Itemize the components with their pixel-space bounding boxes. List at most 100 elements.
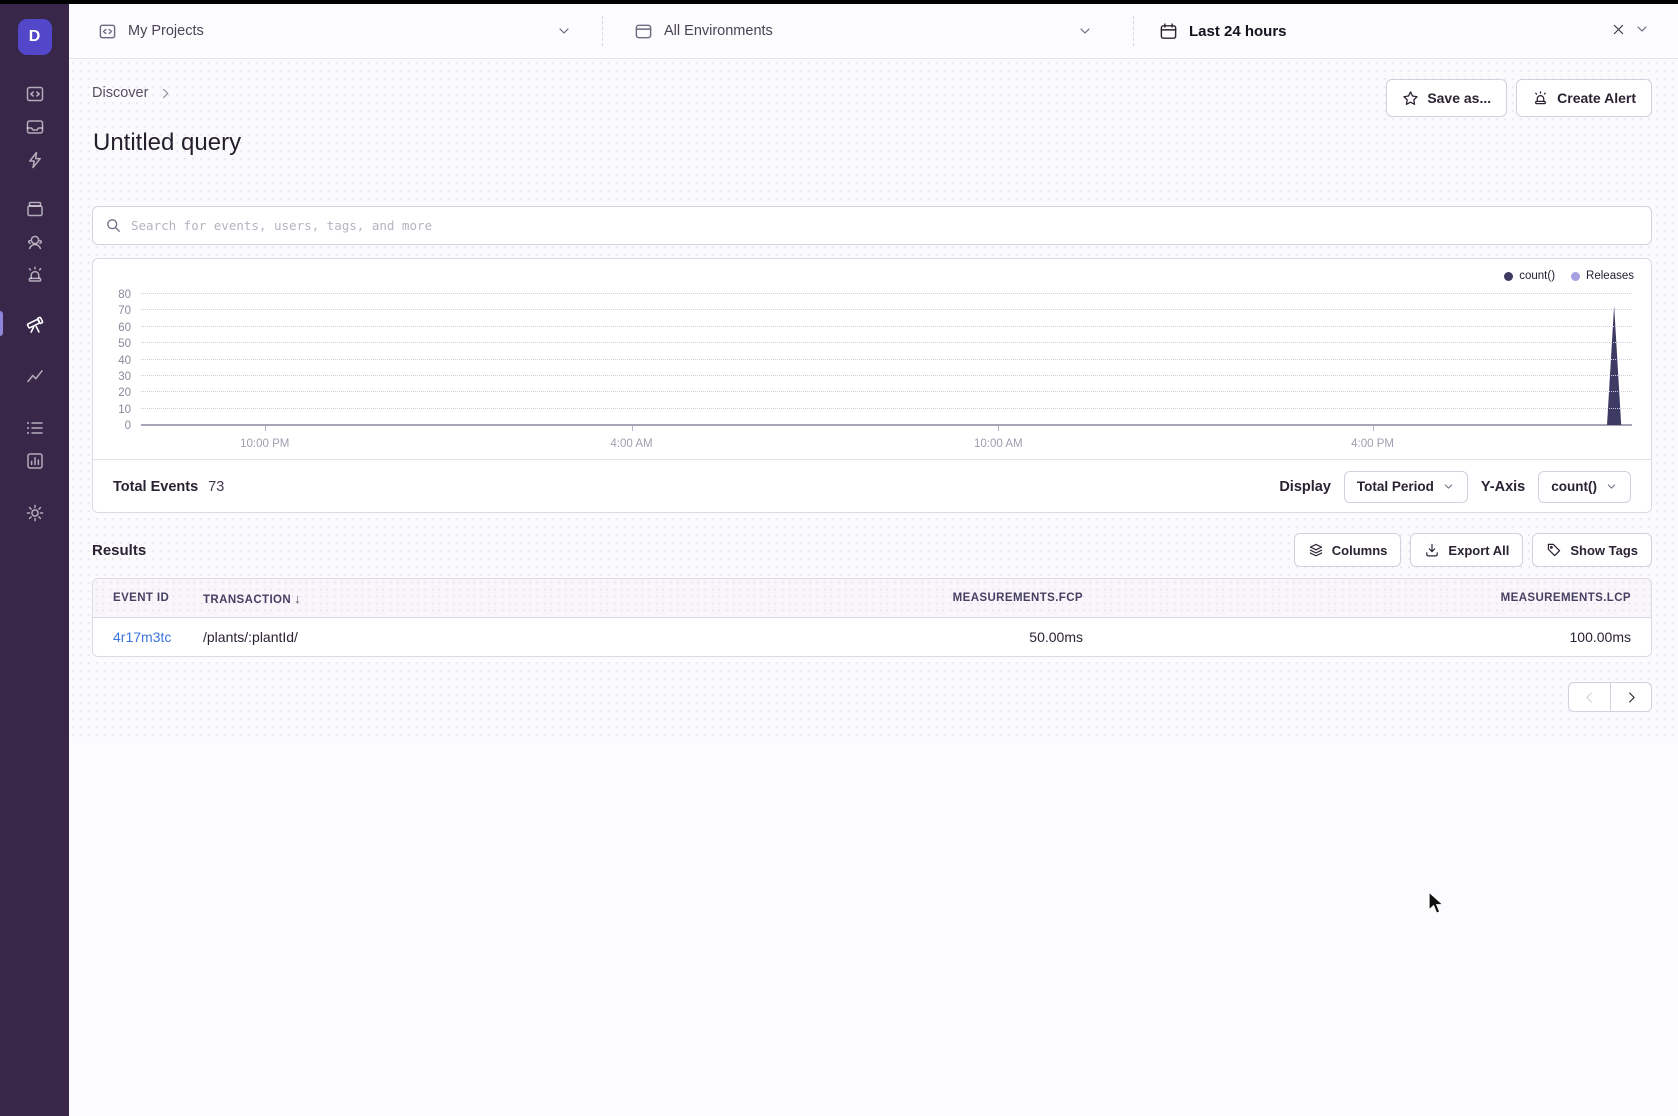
projects-icon [25,84,45,104]
chevron-left-icon [1582,690,1597,705]
search-icon [105,217,122,234]
chevron-down-icon[interactable] [1077,23,1133,39]
date-range-selector[interactable]: Last 24 hours [1134,4,1678,58]
display-select[interactable]: Total Period [1344,471,1468,503]
sidebar-item-projects[interactable] [0,77,69,110]
pagination-prev-button[interactable] [1568,682,1610,712]
sidebar-nav [0,77,69,529]
column-header-transaction[interactable]: TRANSACTION↓ [203,591,663,606]
calendar-icon [1159,22,1178,41]
releases-series-dot [1571,272,1580,281]
measurements-lcp-cell: 100.00ms [1083,629,1631,645]
telescope-icon [24,313,45,334]
legend-releases-label: Releases [1586,270,1634,282]
sidebar-item-dashboards[interactable] [0,359,69,392]
app-window: D [0,0,1678,1116]
global-filter-bar: My Projects All Environments Last 24 hou… [69,4,1678,59]
y-tick-label: 0 [93,420,131,432]
transaction-cell: /plants/:plantId/ [203,629,663,645]
environment-selector-label: All Environments [664,23,773,39]
chart-legend: count() Releases [1504,270,1634,282]
gridline [141,375,1632,376]
y-tick-label: 60 [93,322,131,334]
transaction-header-label: TRANSACTION [203,594,291,606]
y-tick-label: 80 [93,289,131,301]
layers-icon [1308,542,1324,558]
page-title: Untitled query [93,129,241,157]
project-selector-label: My Projects [128,23,204,39]
chevron-down-icon [1605,480,1618,493]
legend-item-releases[interactable]: Releases [1571,270,1634,282]
y-axis-select[interactable]: count() [1538,471,1631,503]
sidebar-item-settings[interactable] [0,496,69,529]
measurements-fcp-cell: 50.00ms [663,629,1083,645]
column-header-event-id[interactable]: EVENT ID [113,592,203,604]
events-chart-panel: count() Releases 01020304050607080 10:00… [92,258,1652,513]
org-avatar[interactable]: D [18,19,52,55]
project-selector[interactable]: My Projects [69,4,602,58]
y-tick-label: 10 [93,404,131,416]
columns-button[interactable]: Columns [1294,533,1402,567]
tag-icon [1546,542,1562,558]
environment-selector[interactable]: All Environments [603,4,1133,58]
column-header-measurements-fcp[interactable]: MEASUREMENTS.FCP [663,592,1083,604]
display-label: Display [1279,479,1331,495]
gridline [141,342,1632,343]
event-id-link[interactable]: 4r17m3tc [113,629,203,645]
y-axis-select-value: count() [1551,479,1597,494]
legend-count-label: count() [1519,270,1555,282]
issues-icon [25,117,45,137]
sidebar-item-performance[interactable] [0,143,69,176]
environment-icon [634,22,653,41]
chevron-down-icon[interactable] [1634,21,1650,41]
siren-icon [1532,90,1549,107]
sidebar: D [0,4,69,1116]
export-all-button[interactable]: Export All [1410,533,1523,567]
clear-date-icon[interactable] [1611,22,1626,41]
bar-chart-icon [25,451,45,471]
lightning-icon [25,150,45,170]
chart-plot[interactable] [141,294,1632,425]
chart-y-axis: 01020304050607080 [93,294,135,425]
gridline [141,293,1632,294]
table-row: 4r17m3tc /plants/:plantId/ 50.00ms 100.0… [93,618,1651,656]
table-header-row: EVENT ID TRANSACTION↓ MEASUREMENTS.FCP M… [93,579,1651,618]
list-icon [25,418,45,438]
chevron-right-icon [1624,690,1639,705]
sidebar-item-activity[interactable] [0,411,69,444]
chart-footer: Total Events 73 Display Total Period Y-A… [93,459,1651,513]
search-input[interactable] [131,218,1639,233]
breadcrumb-discover-link[interactable]: Discover [92,85,148,101]
y-tick-label: 40 [93,355,131,367]
x-tick-label: 4:00 PM [1351,438,1394,450]
sidebar-item-stats[interactable] [0,444,69,477]
sort-desc-icon: ↓ [294,591,301,606]
gridline [141,408,1632,409]
gridline [141,326,1632,327]
gear-icon [25,503,45,523]
create-alert-label: Create Alert [1557,90,1636,106]
download-icon [1424,542,1440,558]
sidebar-item-discover[interactable] [0,307,69,340]
gridline [141,309,1632,310]
legend-item-count[interactable]: count() [1504,270,1555,282]
sidebar-item-releases[interactable] [0,192,69,225]
create-alert-button[interactable]: Create Alert [1516,79,1652,117]
x-tick-mark [1373,426,1374,431]
save-as-button[interactable]: Save as... [1386,79,1507,117]
star-icon [1402,90,1419,107]
pagination-next-button[interactable] [1610,682,1652,712]
siren-icon [25,265,45,285]
sidebar-item-alerts[interactable] [0,258,69,291]
sidebar-item-user-feedback[interactable] [0,225,69,258]
active-indicator [0,311,3,336]
page-actions: Save as... Create Alert [1386,79,1652,117]
show-tags-button[interactable]: Show Tags [1532,533,1652,567]
y-tick-label: 50 [93,338,131,350]
columns-label: Columns [1332,543,1388,558]
support-person-icon [25,232,45,252]
column-header-measurements-lcp[interactable]: MEASUREMENTS.LCP [1083,592,1631,604]
breadcrumb: Discover [92,85,173,101]
sidebar-item-issues[interactable] [0,110,69,143]
chevron-down-icon[interactable] [556,23,602,39]
